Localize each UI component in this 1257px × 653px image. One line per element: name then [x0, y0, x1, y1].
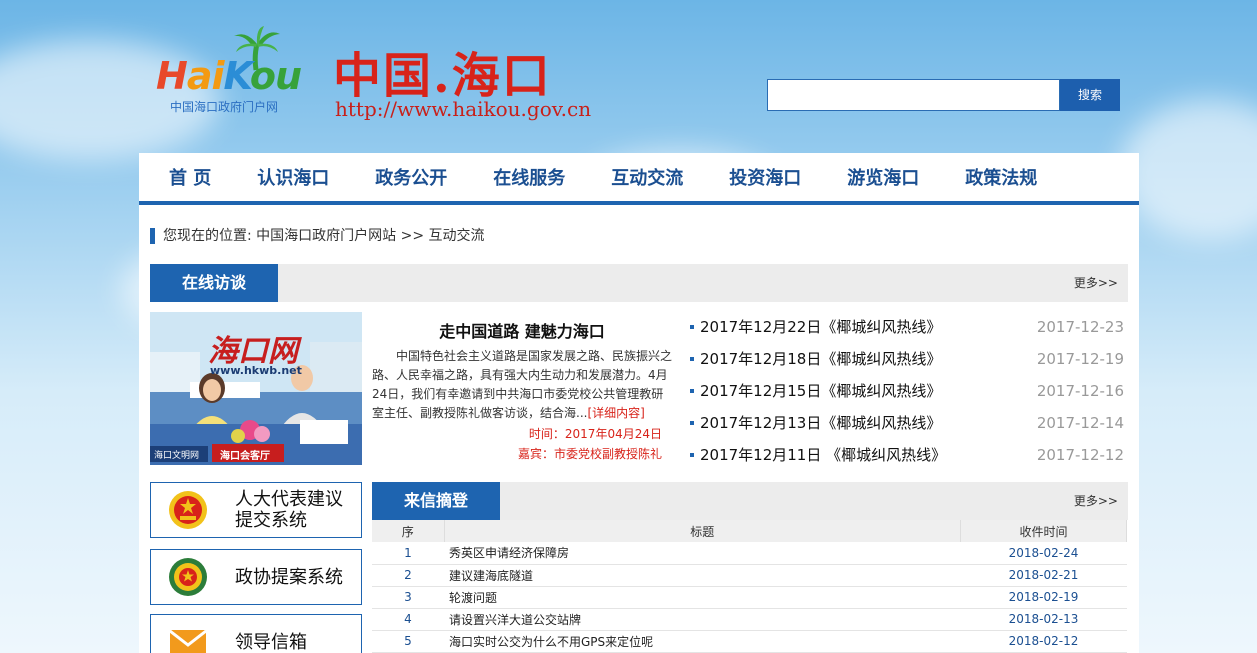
- interview-section-header: 在线访谈 更多>>: [150, 264, 1128, 302]
- photo-banner-center: 海口会客厅: [220, 451, 270, 462]
- feature-guest: 嘉宾：市委党校副教授陈礼: [517, 447, 662, 461]
- table-row[interactable]: 3 轮渡问题 2018-02-19: [372, 586, 1127, 609]
- letters-more-link[interactable]: 更多>>: [1074, 482, 1118, 520]
- interview-tab[interactable]: 在线访谈: [150, 264, 278, 302]
- main-nav: 首 页 认识海口 政务公开 在线服务 互动交流 投资海口 游览海口 政策法规: [139, 153, 1139, 205]
- interview-photo[interactable]: 海口网 www.hkwb.net 海口文明网 海口会客厅: [150, 312, 362, 465]
- leader-mailbox-label: 领导信箱: [235, 631, 307, 653]
- row-date: 2018-02-13: [960, 608, 1127, 631]
- list-item[interactable]: 2017年12月18日《椰城纠风热线》 2017-12-19: [688, 347, 1124, 379]
- row-date: 2018-02-21: [960, 564, 1127, 587]
- row-date: 2018-02-24: [960, 542, 1127, 565]
- site-logo[interactable]: HaiKou 中国海口政府门户网: [156, 26, 316, 118]
- letters-section-header: 来信摘登 更多>>: [372, 482, 1128, 520]
- photo-banner-left: 海口文明网: [154, 451, 200, 461]
- npc-suggestion-label: 人大代表建议提交系统: [235, 489, 343, 531]
- site-title: 中国.海口: [333, 48, 552, 104]
- news-title[interactable]: 2017年12月15日《椰城纠风热线》: [700, 382, 941, 400]
- nav-item-home[interactable]: 首 页: [169, 164, 211, 190]
- interview-news-list: 2017年12月22日《椰城纠风热线》 2017-12-23 2017年12月18…: [688, 315, 1124, 475]
- news-title[interactable]: 2017年12月13日《椰城纠风热线》: [700, 414, 941, 432]
- breadcrumb: 您现在的位置: 中国海口政府门户网站 >> 互动交流: [150, 228, 485, 244]
- logo-subtitle: 中国海口政府门户网: [170, 100, 279, 114]
- table-row[interactable]: 5 海口实时公交为什么不用GPS来定位呢 2018-02-12: [372, 630, 1127, 653]
- nav-item-gov-affairs[interactable]: 政务公开: [375, 164, 447, 190]
- news-date: 2017-12-14: [1036, 414, 1124, 432]
- col-title: 标题: [444, 520, 961, 542]
- row-title[interactable]: 轮渡问题: [444, 586, 961, 609]
- row-title[interactable]: 秀英区申请经济保障房: [444, 542, 961, 565]
- nav-item-policy[interactable]: 政策法规: [965, 164, 1037, 190]
- news-date: 2017-12-19: [1036, 350, 1124, 368]
- npc-emblem-icon: [169, 491, 207, 529]
- table-row[interactable]: 2 建议建海底隧道 2018-02-21: [372, 564, 1127, 587]
- news-title[interactable]: 2017年12月18日《椰城纠风热线》: [700, 350, 941, 368]
- news-title[interactable]: 2017年12月11日 《椰城纠风热线》: [700, 446, 946, 464]
- table-row[interactable]: 4 请设置兴洋大道公交站牌 2018-02-13: [372, 608, 1127, 631]
- news-title[interactable]: 2017年12月22日《椰城纠风热线》: [700, 318, 941, 336]
- nav-item-about[interactable]: 认识海口: [257, 164, 329, 190]
- list-item[interactable]: 2017年12月22日《椰城纠风热线》 2017-12-23: [688, 315, 1124, 347]
- letters-tab[interactable]: 来信摘登: [372, 482, 500, 520]
- search-button[interactable]: 搜索: [1060, 79, 1120, 111]
- cppcc-proposal-label: 政协提案系统: [235, 566, 343, 588]
- row-title[interactable]: 建议建海底隧道: [444, 564, 961, 587]
- main-panel: 首 页 认识海口 政务公开 在线服务 互动交流 投资海口 游览海口 政策法规 您…: [139, 153, 1139, 653]
- row-title[interactable]: 请设置兴洋大道公交站牌: [444, 608, 961, 631]
- list-item[interactable]: 2017年12月15日《椰城纠风热线》 2017-12-16: [688, 379, 1124, 411]
- nav-item-invest[interactable]: 投资海口: [729, 164, 801, 190]
- mail-icon: [169, 629, 207, 653]
- feature-summary: 中国特色社会主义道路是国家发展之路、民族振兴之路、人民幸福之路，具有强大内生动力…: [372, 347, 672, 423]
- row-no: 3: [372, 586, 444, 609]
- row-no: 2: [372, 564, 444, 587]
- nav-item-online-services[interactable]: 在线服务: [493, 164, 565, 190]
- news-date: 2017-12-16: [1036, 382, 1124, 400]
- nav-item-interaction[interactable]: 互动交流: [611, 164, 683, 190]
- table-header-row: 序 标题 收件时间: [372, 520, 1127, 542]
- table-row[interactable]: 1 秀英区申请经济保障房 2018-02-24: [372, 542, 1127, 565]
- nav-item-tourism[interactable]: 游览海口: [847, 164, 919, 190]
- site-url: http://www.haikou.gov.cn: [335, 97, 592, 121]
- photo-url: www.hkwb.net: [210, 364, 302, 377]
- col-no: 序: [372, 520, 445, 542]
- row-title[interactable]: 海口实时公交为什么不用GPS来定位呢: [444, 630, 961, 653]
- row-date: 2018-02-19: [960, 586, 1127, 609]
- col-date: 收件时间: [960, 520, 1127, 542]
- row-no: 5: [372, 630, 444, 653]
- logo-wordmark: HaiKou: [156, 54, 302, 98]
- feature-time: 时间：2017年04月24日: [528, 427, 662, 441]
- row-no: 1: [372, 542, 444, 565]
- row-no: 4: [372, 608, 444, 631]
- cppcc-proposal-link[interactable]: 政协提案系统: [150, 549, 362, 605]
- cppcc-emblem-icon: [169, 558, 207, 596]
- feature-more-link[interactable]: [详细内容]: [587, 406, 644, 420]
- leader-mailbox-link[interactable]: 领导信箱: [150, 614, 362, 653]
- letters-table: 序 标题 收件时间 1 秀英区申请经济保障房 2018-02-24 2 建议建海底隧道…: [372, 520, 1127, 653]
- list-item[interactable]: 2017年12月13日《椰城纠风热线》 2017-12-14: [688, 411, 1124, 443]
- search-input[interactable]: [767, 79, 1060, 111]
- news-date: 2017-12-23: [1036, 318, 1124, 336]
- interview-more-link[interactable]: 更多>>: [1074, 264, 1118, 302]
- list-item[interactable]: 2017年12月11日 《椰城纠风热线》 2017-12-12: [688, 443, 1124, 475]
- news-date: 2017-12-12: [1036, 446, 1124, 464]
- feature-title[interactable]: 走中国道路 建魅力海口: [372, 318, 672, 342]
- row-date: 2018-02-12: [960, 630, 1127, 653]
- npc-suggestion-link[interactable]: 人大代表建议提交系统: [150, 482, 362, 538]
